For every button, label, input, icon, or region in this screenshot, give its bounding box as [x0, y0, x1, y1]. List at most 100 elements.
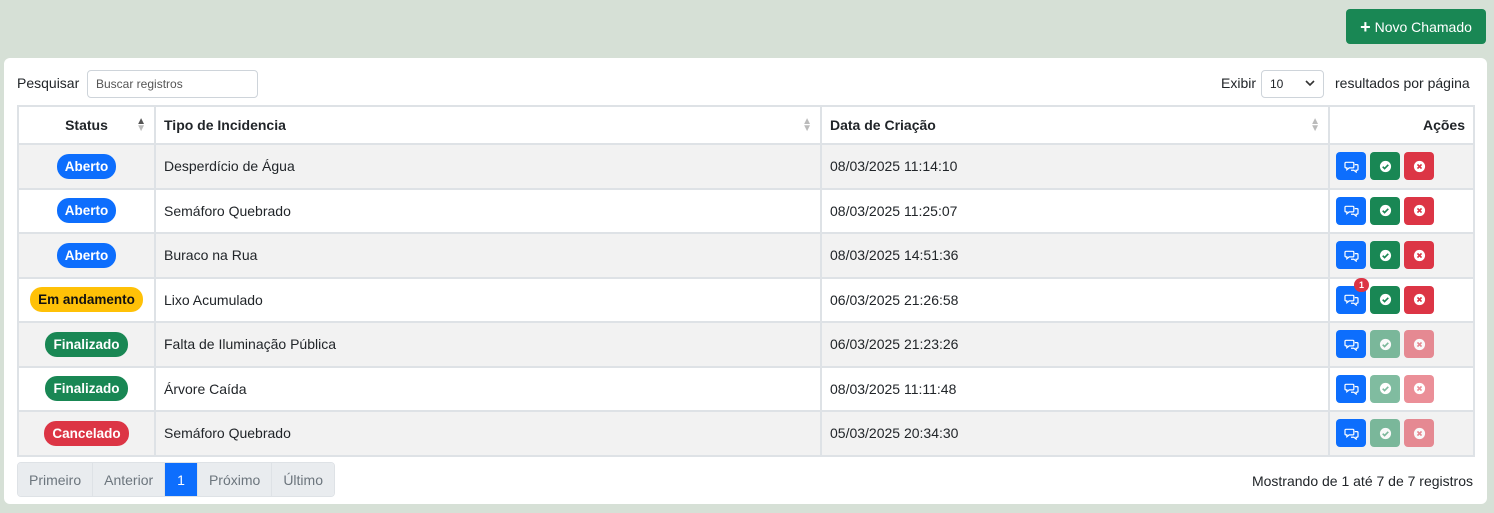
- x-circle-icon: [1413, 293, 1426, 306]
- check-circle-icon: [1379, 293, 1392, 306]
- data-cell: 06/03/2025 21:23:26: [820, 321, 1330, 368]
- page-previous-button[interactable]: Anterior: [93, 463, 166, 496]
- cancel-button[interactable]: [1404, 241, 1434, 270]
- status-cell: Aberto: [17, 232, 156, 279]
- check-circle-icon: [1379, 249, 1392, 262]
- table-row: Aberto Desperdício de Água 08/03/2025 11…: [17, 143, 1475, 190]
- table-row: Finalizado Árvore Caída 08/03/2025 11:11…: [17, 365, 1475, 412]
- actions-cell: [1328, 187, 1475, 234]
- status-badge: Aberto: [56, 242, 117, 268]
- complete-button[interactable]: [1370, 152, 1400, 181]
- x-circle-icon: [1413, 382, 1426, 395]
- tipo-cell: Falta de Iluminação Pública: [154, 321, 822, 368]
- page-1-button[interactable]: 1: [165, 463, 198, 496]
- status-cell: Aberto: [17, 187, 156, 234]
- chat-button[interactable]: [1336, 196, 1366, 225]
- status-cell: Finalizado: [17, 321, 156, 368]
- sort-icon: ▲ ▼: [1310, 116, 1320, 134]
- chat-icon: [1343, 382, 1359, 396]
- chat-button[interactable]: [1336, 419, 1366, 448]
- table-row: Finalizado Falta de Iluminação Pública 0…: [17, 321, 1475, 368]
- plus-icon: +: [1360, 16, 1371, 37]
- notification-badge: 1: [1354, 277, 1369, 292]
- data-cell: 08/03/2025 11:14:10: [820, 143, 1330, 190]
- actions-cell: [1328, 365, 1475, 412]
- tipo-cell: Semáforo Quebrado: [154, 187, 822, 234]
- tipo-cell: Semáforo Quebrado: [154, 410, 822, 457]
- complete-button: [1370, 374, 1400, 403]
- status-cell: Em andamento: [17, 276, 156, 323]
- chat-icon: [1343, 249, 1359, 262]
- status-badge: Cancelado: [44, 420, 129, 446]
- search-input[interactable]: [87, 70, 258, 98]
- cancel-button: [1404, 330, 1434, 359]
- data-cell: 08/03/2025 11:11:48: [820, 365, 1330, 412]
- tipo-cell: Buraco na Rua: [154, 232, 822, 279]
- check-circle-icon: [1379, 382, 1392, 395]
- column-header-tipo[interactable]: Tipo de Incidencia ▲ ▼: [154, 105, 822, 145]
- table-row: Aberto Buraco na Rua 08/03/2025 14:51:36: [17, 232, 1475, 279]
- tickets-card: Pesquisar Exibir 10 resultados por págin…: [4, 58, 1487, 504]
- complete-button[interactable]: [1370, 241, 1400, 270]
- actions-cell: [1328, 321, 1475, 368]
- chat-icon: [1343, 427, 1359, 440]
- data-cell: 08/03/2025 14:51:36: [820, 232, 1330, 279]
- new-ticket-label: Novo Chamado: [1374, 18, 1472, 35]
- status-badge: Finalizado: [45, 331, 128, 357]
- page-last-button[interactable]: Último: [272, 463, 334, 496]
- data-cell: 06/03/2025 21:26:58: [820, 276, 1330, 323]
- status-badge: Finalizado: [45, 376, 128, 402]
- sort-icon: ▲ ▼: [802, 116, 812, 134]
- tickets-table: Status ▲ ▼ Tipo de Incidencia ▲ ▼ Data de …: [17, 105, 1475, 457]
- x-circle-icon: [1413, 338, 1426, 351]
- actions-cell: 1: [1328, 276, 1475, 323]
- table-row: Aberto Semáforo Quebrado 08/03/2025 11:2…: [17, 187, 1475, 234]
- x-circle-icon: [1413, 427, 1426, 440]
- new-ticket-button[interactable]: + Novo Chamado: [1346, 9, 1486, 44]
- chat-button[interactable]: [1336, 330, 1366, 359]
- column-header-data[interactable]: Data de Criação ▲ ▼: [820, 105, 1330, 145]
- data-cell: 08/03/2025 11:25:07: [820, 187, 1330, 234]
- chat-icon: [1343, 204, 1359, 218]
- check-circle-icon: [1379, 160, 1392, 173]
- chat-button[interactable]: 1: [1336, 277, 1369, 314]
- x-circle-icon: [1413, 160, 1426, 173]
- cancel-button[interactable]: [1404, 196, 1434, 225]
- x-circle-icon: [1413, 249, 1426, 262]
- page-size-select[interactable]: 10: [1261, 70, 1324, 98]
- chat-button[interactable]: [1336, 374, 1366, 403]
- records-info: Mostrando de 1 até 7 de 7 registros: [1251, 473, 1473, 489]
- complete-button[interactable]: [1370, 196, 1400, 225]
- tipo-cell: Árvore Caída: [154, 365, 822, 412]
- page-size-value: 10: [1270, 77, 1284, 91]
- complete-button: [1370, 419, 1400, 448]
- status-cell: Aberto: [17, 143, 156, 190]
- page-next-button[interactable]: Próximo: [197, 463, 273, 496]
- tipo-cell: Lixo Acumulado: [154, 276, 822, 323]
- actions-cell: [1328, 410, 1475, 457]
- chevron-down-icon: [1305, 79, 1315, 90]
- cancel-button[interactable]: [1404, 152, 1434, 181]
- check-circle-icon: [1379, 338, 1392, 351]
- data-cell: 05/03/2025 20:34:30: [820, 410, 1330, 457]
- search-label: Pesquisar: [17, 75, 80, 91]
- per-page-label: resultados por página: [1335, 75, 1470, 91]
- chat-button[interactable]: [1336, 152, 1366, 181]
- pagination: Primeiro Anterior 1 Próximo Último: [17, 462, 335, 497]
- table-row: Cancelado Semáforo Quebrado 05/03/2025 2…: [17, 410, 1475, 457]
- chat-icon: [1343, 293, 1359, 307]
- status-cell: Finalizado: [17, 365, 156, 412]
- status-badge: Em andamento: [30, 287, 143, 313]
- complete-button[interactable]: [1370, 285, 1400, 314]
- x-circle-icon: [1413, 204, 1426, 217]
- cancel-button: [1404, 374, 1434, 403]
- check-circle-icon: [1379, 204, 1392, 217]
- column-header-status[interactable]: Status ▲ ▼: [17, 105, 156, 145]
- chat-icon: [1343, 160, 1359, 173]
- page-first-button[interactable]: Primeiro: [18, 463, 94, 496]
- chat-button[interactable]: [1336, 241, 1366, 270]
- cancel-button[interactable]: [1404, 285, 1434, 314]
- check-circle-icon: [1379, 427, 1392, 440]
- status-cell: Cancelado: [17, 410, 156, 457]
- table-row: Em andamento Lixo Acumulado 06/03/2025 2…: [17, 276, 1475, 323]
